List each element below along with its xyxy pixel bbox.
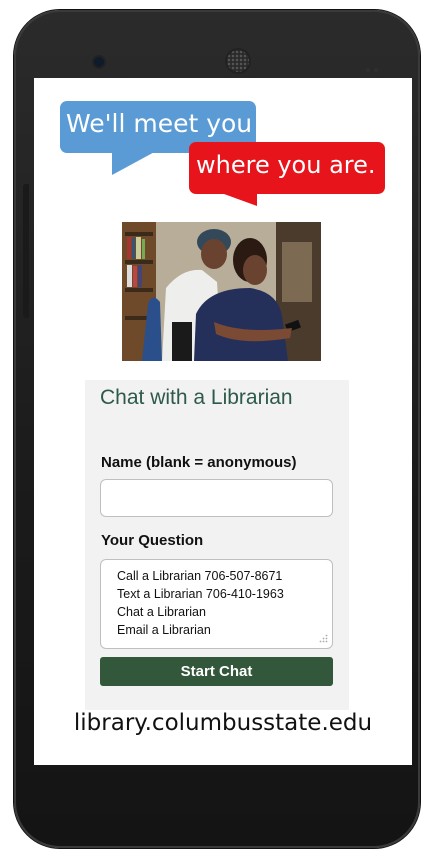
start-chat-button[interactable]: Start Chat [100, 657, 333, 686]
students-photo [122, 222, 321, 361]
speech-bubble-tail [112, 149, 160, 175]
question-textarea[interactable]: Call a Librarian 706-507-8671 Text a Lib… [100, 559, 333, 649]
name-label: Name (blank = anonymous) [101, 454, 297, 471]
speaker-icon [227, 50, 249, 72]
bubble-text-blue: We'll meet you [66, 109, 253, 138]
side-button [23, 184, 29, 318]
name-input[interactable] [100, 479, 333, 517]
question-line: Text a Librarian 706-410-1963 [117, 587, 284, 601]
chat-widget: Chat with a Librarian Name (blank = anon… [85, 380, 349, 710]
phone-screen: We'll meet you where you are. Chat with … [34, 78, 412, 765]
chat-title: Chat with a Librarian [100, 386, 293, 409]
bubble-text-red: where you are. [196, 151, 376, 179]
students-photo-illustration [122, 222, 321, 361]
question-label: Your Question [101, 532, 204, 549]
sensor-dots [366, 59, 382, 72]
speech-bubble-red: where you are. [189, 142, 385, 206]
question-line: Chat a Librarian [117, 605, 206, 619]
speech-bubble-tail [213, 190, 257, 206]
library-url: library.columbusstate.edu [73, 710, 373, 736]
question-line: Call a Librarian 706-507-8671 [117, 569, 283, 583]
resize-grip-icon[interactable] [318, 634, 328, 644]
camera-icon [94, 57, 104, 67]
question-line: Email a Librarian [117, 623, 211, 637]
